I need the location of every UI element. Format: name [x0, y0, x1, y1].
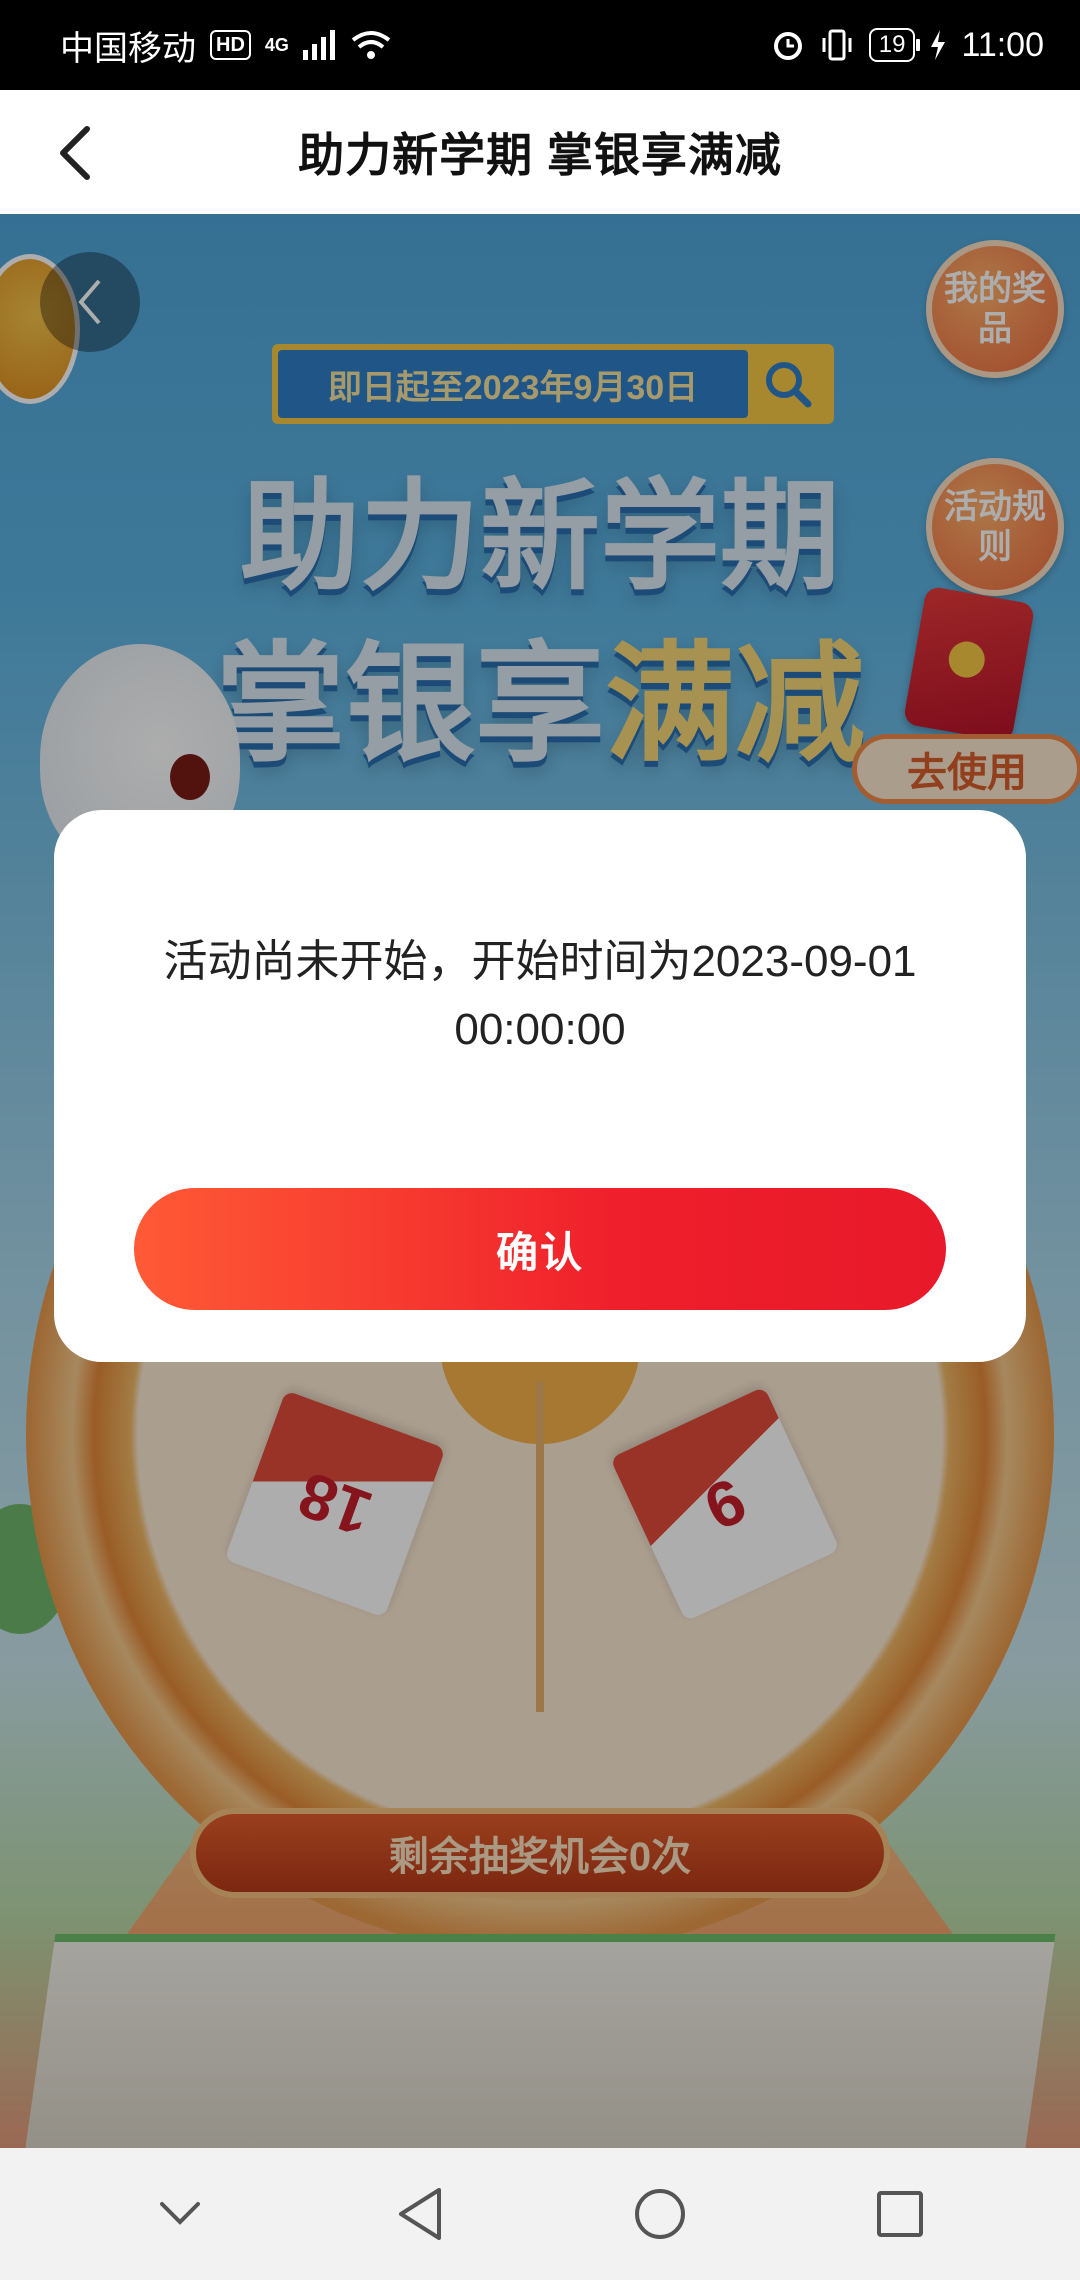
charging-icon — [931, 30, 946, 60]
carrier-label: 中国移动 — [60, 29, 196, 68]
system-nav-bar — [0, 2148, 1080, 2280]
network-label: 4G — [264, 34, 289, 55]
recents-square-icon — [877, 2191, 923, 2237]
nav-back-button[interactable] — [375, 2169, 465, 2259]
alarm-icon — [773, 32, 802, 60]
signal-icon — [302, 30, 335, 60]
back-triangle-icon — [399, 2188, 441, 2240]
status-bar: 中国移动 HD 4G 19 11:00 — [0, 0, 1080, 90]
dialog-message: 活动尚未开始，开始时间为2023-09-01 00:00:00 — [163, 937, 917, 1054]
status-right: 19 11:00 — [771, 26, 1044, 65]
wifi-icon — [351, 31, 391, 59]
nav-recents-button[interactable] — [855, 2169, 945, 2259]
battery-indicator: 19 — [868, 28, 921, 62]
title-bar: 助力新学期 掌银享满减 — [0, 90, 1080, 214]
vibrate-icon — [822, 29, 852, 61]
alert-dialog: 活动尚未开始，开始时间为2023-09-01 00:00:00 确认 — [54, 810, 1026, 1362]
chevron-down-icon — [160, 2202, 200, 2225]
page-title: 助力新学期 掌银享满减 — [298, 129, 782, 181]
status-left: 中国移动 HD 4G — [60, 21, 391, 70]
back-arrow-icon — [60, 126, 90, 180]
confirm-button[interactable]: 确认 — [134, 1188, 946, 1310]
back-button[interactable] — [40, 118, 110, 188]
nav-collapse-button[interactable] — [135, 2169, 225, 2259]
home-circle-icon — [635, 2189, 685, 2239]
clock: 11:00 — [961, 25, 1044, 64]
hd-badge: HD — [210, 30, 251, 60]
nav-home-button[interactable] — [615, 2169, 705, 2259]
